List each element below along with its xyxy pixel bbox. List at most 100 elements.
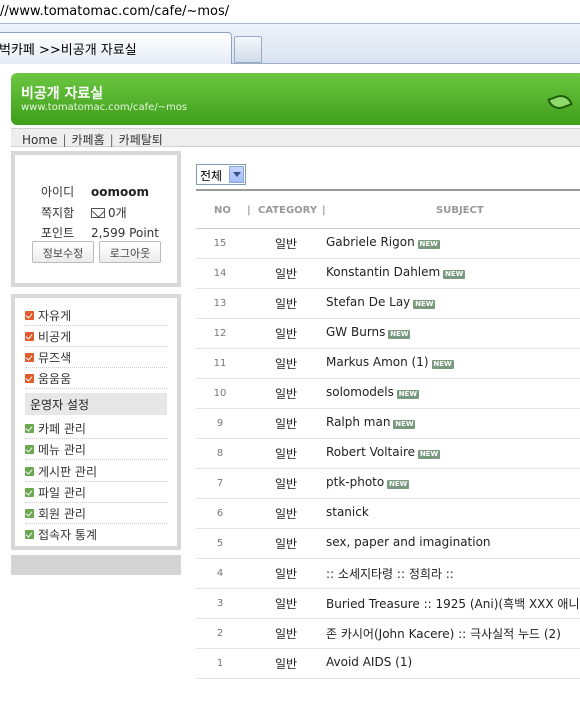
post-subject-link[interactable]: Stefan De Lay NEW: [326, 295, 436, 309]
filter-value: 전체: [200, 169, 223, 183]
table-row[interactable]: 3 일반 Buried Treasure :: 1925 (Ani)(흑백 XXX …: [196, 589, 580, 619]
member-id-row: 아이디 oomoom: [41, 183, 149, 200]
logout-button[interactable]: 로그아웃: [99, 241, 161, 263]
table-row[interactable]: 6 일반 stanick: [196, 499, 580, 529]
table-row[interactable]: 2 일반 존 카시어(John Kacere) :: 극사실적 누드 (2): [196, 619, 580, 649]
table-row[interactable]: 9 일반 Ralph man NEW: [196, 409, 580, 439]
menu-item-label: 움움움: [38, 372, 72, 386]
browser-tab-active[interactable]: 벅카페 >>비공개 자료실: [0, 32, 232, 64]
post-subject-link[interactable]: Markus Amon (1) NEW: [326, 355, 454, 369]
check-icon: [25, 467, 34, 476]
table-row[interactable]: 12 일반 GW Burns NEW: [196, 319, 580, 349]
nav-cafe-home-link[interactable]: 카페홈: [71, 133, 104, 147]
new-badge: NEW: [413, 300, 436, 309]
new-badge: NEW: [388, 330, 411, 339]
point-row: 포인트 2,599 Point: [41, 224, 159, 241]
nav-home-link[interactable]: Home: [22, 133, 57, 147]
leaf-icon: [547, 91, 573, 113]
menu-item-label: 자유게: [38, 309, 72, 323]
top-nav: Home | 카페홈 | 카페탈퇴: [11, 128, 580, 147]
nav-separator: |: [62, 133, 67, 147]
mail-icon: [91, 208, 105, 218]
nav-cafe-leave-link[interactable]: 카페탈퇴: [119, 133, 163, 147]
admin-menu-item[interactable]: 회원 관리: [25, 503, 167, 524]
post-subject-link[interactable]: 존 카시어(John Kacere) :: 극사실적 누드 (2): [326, 625, 561, 642]
note-count-link[interactable]: 0개: [108, 206, 127, 220]
post-category: 일반: [274, 417, 298, 431]
menu-item-label: 뮤즈색: [38, 351, 72, 365]
menu-item-board[interactable]: 뮤즈색: [25, 347, 167, 368]
check-icon: [25, 509, 34, 518]
post-subject-link[interactable]: Gabriele Rigon NEW: [326, 235, 440, 249]
check-icon: [25, 488, 34, 497]
table-row[interactable]: 14 일반 Konstantin Dahlem NEW: [196, 259, 580, 289]
table-row[interactable]: 13 일반 Stefan De Lay NEW: [196, 289, 580, 319]
menu-item-label: 비공게: [38, 330, 72, 344]
check-icon: [25, 332, 34, 341]
post-subject-link[interactable]: solomodels NEW: [326, 385, 419, 399]
cafe-header: 비공개 자료실 www.tomatomac.com/cafe/~mos: [11, 73, 580, 125]
menu-item-label: 게시판 관리: [38, 465, 98, 479]
post-subject-text: GW Burns: [326, 325, 386, 339]
menu-item-label: 회원 관리: [38, 507, 86, 521]
post-subject-link[interactable]: Buried Treasure :: 1925 (Ani)(흑백 XXX 애니): [326, 595, 580, 612]
check-icon: [25, 374, 34, 383]
menu-item-board[interactable]: 비공게: [25, 326, 167, 347]
table-row[interactable]: 15 일반 Gabriele Rigon NEW: [196, 229, 580, 259]
post-number: 6: [216, 508, 224, 519]
table-row[interactable]: 8 일반 Robert Voltaire NEW: [196, 439, 580, 469]
table-row[interactable]: 1 일반 Avoid AIDS (1): [196, 649, 580, 679]
table-row[interactable]: 10 일반 solomodels NEW: [196, 379, 580, 409]
col-subject: SUBJECT: [436, 205, 484, 216]
post-number: 13: [213, 298, 227, 309]
menu-item-board[interactable]: 자유게: [25, 305, 167, 326]
table-row[interactable]: 7 일반 ptk-photo NEW: [196, 469, 580, 499]
post-subject-text: Konstantin Dahlem: [326, 265, 441, 279]
post-subject-link[interactable]: ptk-photo NEW: [326, 475, 410, 489]
edit-info-button[interactable]: 정보수정: [32, 241, 94, 263]
post-category: 일반: [274, 567, 298, 581]
admin-menu-item[interactable]: 파일 관리: [25, 482, 167, 503]
cafe-menu: 자유게 비공게 뮤즈색 움움움 운영자 설정 카페 관리 메뉴 관리 게시판 관…: [11, 294, 181, 550]
post-number: 1: [216, 658, 224, 669]
post-subject-link[interactable]: stanick: [326, 505, 369, 519]
post-category: 일반: [274, 447, 298, 461]
address-bar[interactable]: //www.tomatomac.com/cafe/~mos/: [0, 0, 580, 24]
post-subject-link[interactable]: Konstantin Dahlem NEW: [326, 265, 466, 279]
table-row[interactable]: 5 일반 sex, paper and imagination: [196, 529, 580, 559]
admin-menu-item[interactable]: 카페 관리: [25, 418, 167, 439]
new-badge: NEW: [396, 390, 419, 399]
post-subject-text: Ralph man: [326, 415, 391, 429]
post-category: 일반: [274, 477, 298, 491]
menu-item-board[interactable]: 움움움: [25, 368, 167, 389]
post-subject-link[interactable]: Robert Voltaire NEW: [326, 445, 440, 459]
post-subject-link[interactable]: Ralph man NEW: [326, 415, 416, 429]
member-info-box: 아이디 oomoom 쪽지함 0개 포인트 2,599 Point 정보수정 로그아웃: [11, 151, 181, 287]
admin-menu-item[interactable]: 메뉴 관리: [25, 439, 167, 460]
check-icon: [25, 445, 34, 454]
post-subject-link[interactable]: sex, paper and imagination: [326, 535, 491, 549]
table-row[interactable]: 11 일반 Markus Amon (1) NEW: [196, 349, 580, 379]
nav-separator: |: [109, 133, 114, 147]
post-subject-link[interactable]: :: 소세지타령 :: 정희라 ::: [326, 565, 454, 582]
id-value: oomoom: [91, 185, 149, 199]
post-number: 10: [213, 388, 227, 399]
new-tab-button[interactable]: [234, 36, 262, 63]
table-row[interactable]: 4 일반:: 소세지타령 :: 정희라 ::: [196, 559, 580, 589]
admin-menu-item[interactable]: 접속자 통계: [25, 524, 167, 545]
admin-section-title: 운영자 설정: [25, 393, 167, 415]
post-category: 일반: [274, 237, 298, 251]
menu-item-label: 메뉴 관리: [38, 443, 86, 457]
post-category: 일반: [274, 597, 298, 611]
post-category: 일반: [274, 387, 298, 401]
category-filter-select[interactable]: 전체: [196, 164, 246, 185]
post-subject-link[interactable]: Avoid AIDS (1): [326, 655, 412, 669]
post-number: 7: [216, 478, 224, 489]
chevron-down-icon[interactable]: [229, 166, 244, 183]
new-badge: NEW: [443, 270, 466, 279]
col-separator: |: [247, 205, 251, 216]
col-separator: |: [322, 205, 326, 216]
post-subject-link[interactable]: GW Burns NEW: [326, 325, 411, 339]
new-badge: NEW: [387, 480, 410, 489]
admin-menu-item[interactable]: 게시판 관리: [25, 461, 167, 482]
